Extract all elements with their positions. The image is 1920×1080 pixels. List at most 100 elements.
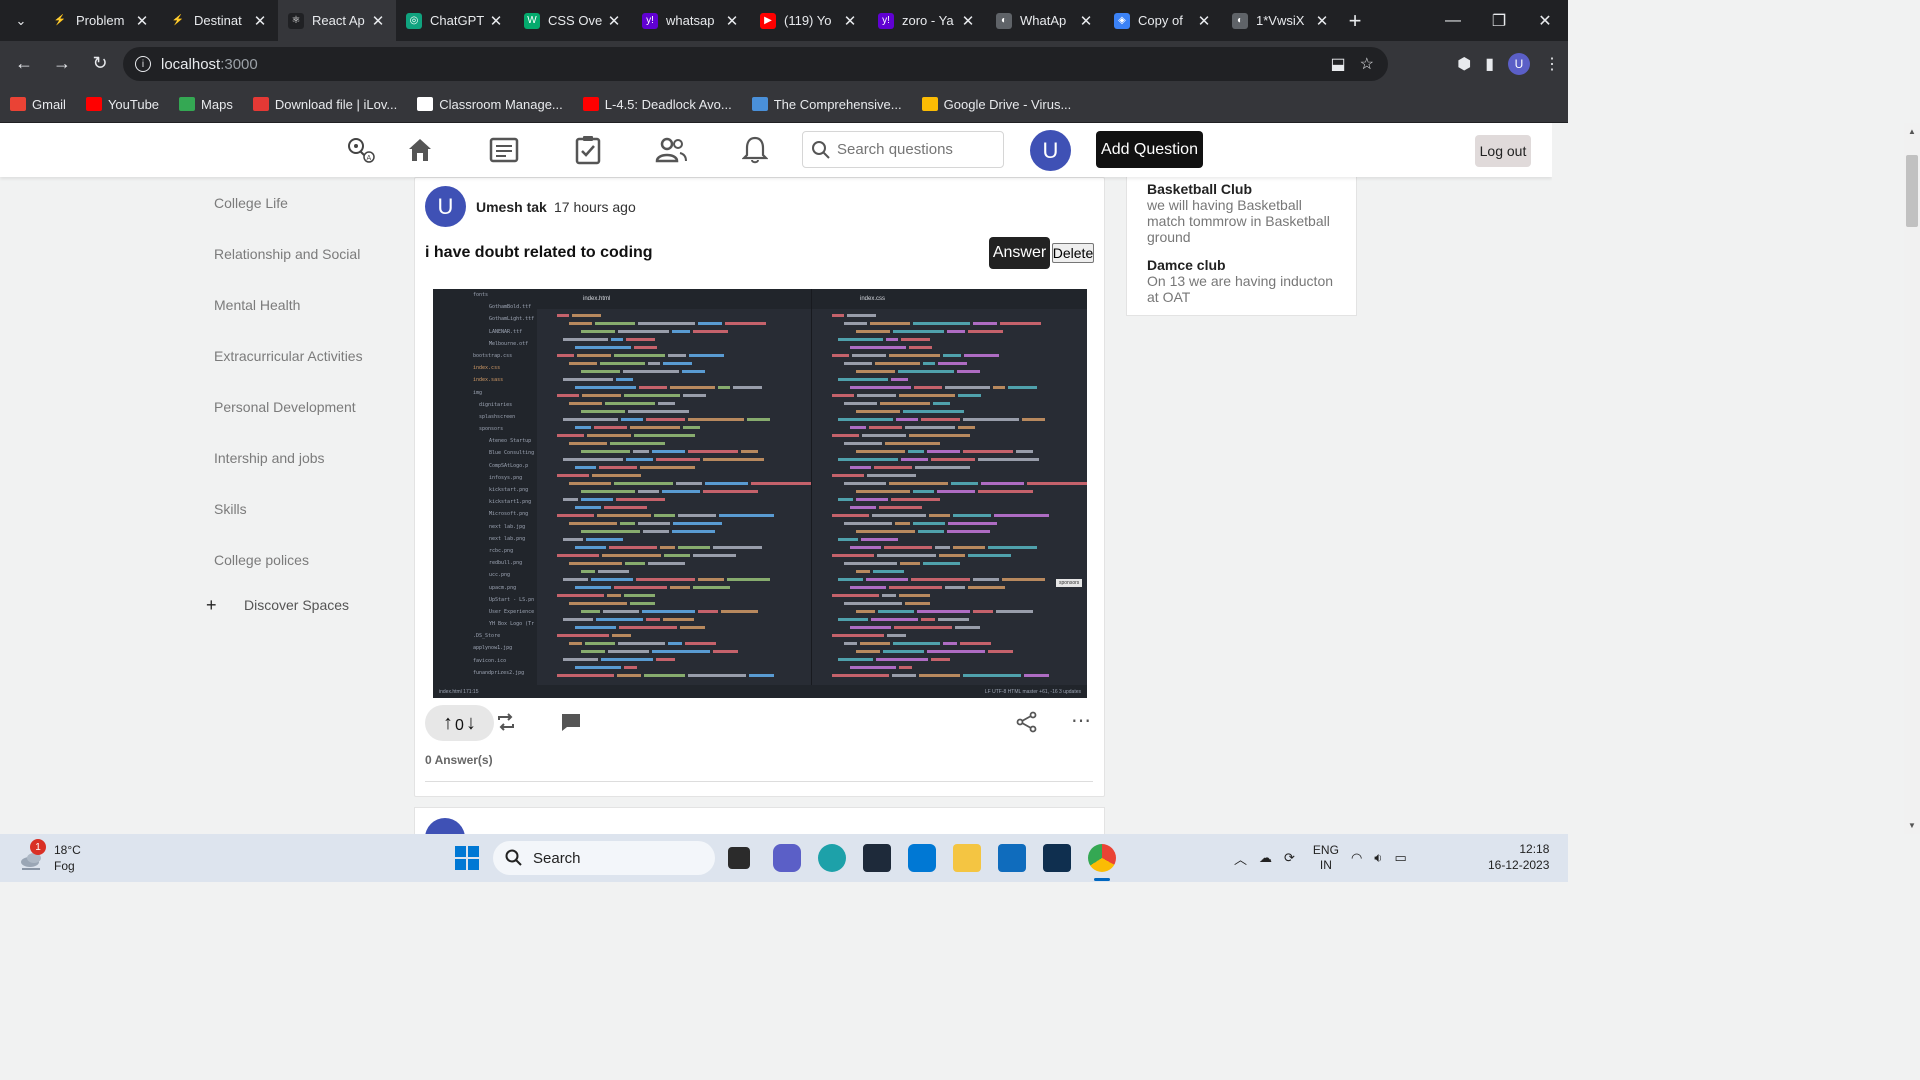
browser-tab[interactable]: ⚡ Problem ✕ <box>42 0 160 41</box>
scroll-up-icon[interactable]: ▲ <box>1908 127 1916 136</box>
people-icon[interactable] <box>654 133 688 167</box>
home-icon[interactable] <box>403 133 437 167</box>
close-tab-icon[interactable]: ✕ <box>1078 12 1094 30</box>
install-app-icon[interactable]: ⬓ <box>1331 54 1346 74</box>
close-tab-icon[interactable]: ✕ <box>1314 12 1330 30</box>
downvote-icon[interactable]: ↓ <box>466 712 476 735</box>
back-button[interactable]: ← <box>6 46 42 82</box>
widget-space-item[interactable]: Damce club On 13 we are having inducton a… <box>1127 257 1356 305</box>
answer-button[interactable]: Answer <box>989 237 1050 269</box>
volume-icon[interactable]: 🔉︎ <box>1374 850 1382 866</box>
sidebar-space-item[interactable]: College Life <box>200 177 400 228</box>
chevron-up-icon[interactable]: ︿ <box>1234 849 1247 868</box>
minimize-button[interactable]: — <box>1430 0 1476 41</box>
mail-icon[interactable] <box>998 844 1026 872</box>
bookmark-item[interactable]: YouTube <box>85 97 159 112</box>
sidebar-space-item[interactable]: Mental Health <box>200 279 400 330</box>
close-tab-icon[interactable]: ✕ <box>488 12 504 30</box>
quora-logo-icon[interactable]: A <box>343 133 377 167</box>
browser-tab[interactable]: ◐ 1*VwsiX ✕ <box>1222 0 1340 41</box>
close-tab-icon[interactable]: ✕ <box>960 12 976 30</box>
app-icon[interactable] <box>1043 844 1071 872</box>
reload-button[interactable]: ↻ <box>82 46 118 82</box>
share-icon[interactable] <box>1016 711 1038 739</box>
close-tab-icon[interactable]: ✕ <box>370 12 386 30</box>
battery-icon[interactable]: ▭ <box>1394 850 1406 866</box>
browser-tab[interactable]: ⚛ React Ap ✕ <box>278 0 396 41</box>
comment-icon[interactable] <box>560 711 582 739</box>
close-tab-icon[interactable]: ✕ <box>606 12 622 30</box>
new-tab-button[interactable]: + <box>1340 0 1370 41</box>
taskbar-clock[interactable]: 12:18 16-12-2023 <box>1488 841 1549 873</box>
browser-tab[interactable]: ⚡ Destinat ✕ <box>160 0 278 41</box>
side-panel-icon[interactable]: ▮ <box>1485 54 1494 74</box>
browser-tab[interactable]: ◎ ChatGPT ✕ <box>396 0 514 41</box>
notifications-icon[interactable] <box>738 133 772 167</box>
bookmark-item[interactable]: Download file | iLov... <box>252 97 397 112</box>
search-box[interactable] <box>802 131 1004 168</box>
sidebar-space-item[interactable]: Personal Development <box>200 381 400 432</box>
restore-button[interactable]: ❐ <box>1476 0 1522 41</box>
wifi-icon[interactable]: ◠ <box>1351 850 1362 866</box>
menu-icon[interactable]: ⋮ <box>1544 54 1560 74</box>
search-input[interactable] <box>837 141 997 158</box>
sidebar-space-item[interactable]: College polices <box>200 534 400 585</box>
language-indicator[interactable]: ENG IN <box>1313 843 1339 873</box>
teams-icon[interactable] <box>773 844 801 872</box>
browser-tab[interactable]: W CSS Ove ✕ <box>514 0 632 41</box>
sidebar-space-item[interactable]: Relationship and Social <box>200 228 400 279</box>
sidebar-space-item[interactable]: Extracurricular Activities <box>200 330 400 381</box>
extensions-icon[interactable]: ⬢ <box>1457 54 1471 74</box>
close-tab-icon[interactable]: ✕ <box>134 12 150 30</box>
sidebar-space-item[interactable]: Intership and jobs <box>200 432 400 483</box>
forward-button[interactable]: → <box>44 46 80 82</box>
repost-icon[interactable] <box>495 711 517 739</box>
browser-tab[interactable]: y! zoro - Ya ✕ <box>868 0 986 41</box>
discover-spaces-button[interactable]: + Discover Spaces <box>200 585 400 625</box>
chrome-icon[interactable] <box>1088 844 1116 872</box>
site-info-icon[interactable]: i <box>135 56 151 72</box>
browser-tab[interactable]: ◐ WhatAp ✕ <box>986 0 1104 41</box>
close-tab-icon[interactable]: ✕ <box>724 12 740 30</box>
add-question-button[interactable]: Add Question <box>1096 131 1203 168</box>
bookmark-item[interactable]: Classroom Manage... <box>417 97 563 112</box>
post-author-avatar[interactable]: U <box>425 186 466 227</box>
more-options-icon[interactable]: ⋯ <box>1071 708 1091 733</box>
browser-tab[interactable]: ▶ (119) Yo ✕ <box>750 0 868 41</box>
bookmark-item[interactable]: Google Drive - Virus... <box>921 97 1071 112</box>
upvote-icon[interactable]: ↑ <box>443 712 453 735</box>
post-author-avatar[interactable] <box>425 818 465 834</box>
profile-avatar[interactable]: U <box>1508 52 1530 75</box>
onedrive-icon[interactable]: ☁ <box>1259 850 1272 866</box>
delete-button[interactable]: Delete <box>1052 243 1094 263</box>
close-tab-icon[interactable]: ✕ <box>842 12 858 30</box>
sync-icon[interactable]: ⟳ <box>1284 850 1295 866</box>
bookmark-star-icon[interactable]: ☆ <box>1360 54 1374 74</box>
browser-tab[interactable]: ◈ Copy of ✕ <box>1104 0 1222 41</box>
address-bar[interactable]: i localhost:3000 ⬓ ☆ <box>123 47 1388 81</box>
close-tab-icon[interactable]: ✕ <box>252 12 268 30</box>
task-view-icon[interactable] <box>728 847 750 869</box>
post-author-name[interactable]: Umesh tak <box>476 199 547 215</box>
scroll-down-icon[interactable]: ▼ <box>1908 821 1916 830</box>
browser-tab[interactable]: y! whatsap ✕ <box>632 0 750 41</box>
sidebar-space-item[interactable]: Skills <box>200 483 400 534</box>
windows-start-icon[interactable] <box>453 844 481 872</box>
user-avatar[interactable]: U <box>1030 130 1071 171</box>
close-window-button[interactable]: ✕ <box>1522 0 1568 41</box>
widget-space-item[interactable]: Basketball Club we will having Basketball… <box>1127 181 1356 245</box>
file-explorer-icon[interactable] <box>953 844 981 872</box>
page-scrollbar[interactable]: ▲ ▼ <box>1904 123 1920 834</box>
taskbar-search[interactable]: Search <box>493 841 715 875</box>
question-title[interactable]: i have doubt related to coding <box>425 244 653 262</box>
edge-icon[interactable] <box>818 844 846 872</box>
terminal-icon[interactable] <box>863 844 891 872</box>
bookmark-item[interactable]: The Comprehensive... <box>751 97 902 112</box>
logout-button[interactable]: Log out <box>1475 135 1531 167</box>
scrollbar-thumb[interactable] <box>1906 155 1918 227</box>
bookmark-item[interactable]: Gmail <box>10 97 66 112</box>
bookmark-item[interactable]: L-4.5: Deadlock Avo... <box>582 97 732 112</box>
bookmark-item[interactable]: Maps <box>179 97 233 112</box>
close-tab-icon[interactable]: ✕ <box>1196 12 1212 30</box>
tab-search-button[interactable]: ⌄ <box>0 0 42 41</box>
